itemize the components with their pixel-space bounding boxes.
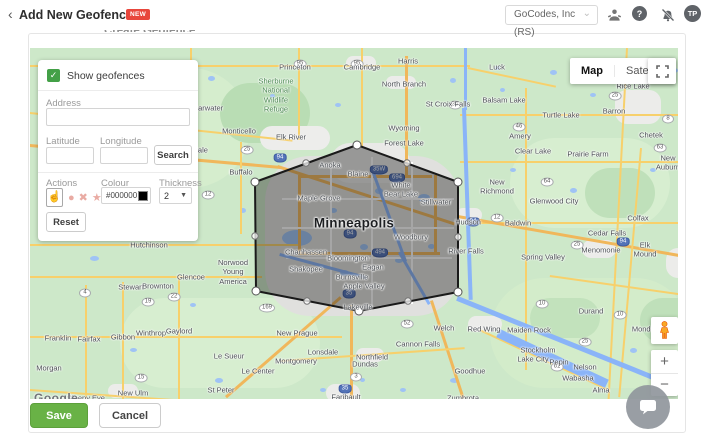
help-glyph: ? <box>637 9 643 19</box>
back-chevron-icon[interactable]: ‹ <box>8 6 13 22</box>
google-logo: Google <box>34 391 78 399</box>
pegman-icon <box>658 321 671 340</box>
page-title: Add New Geofence <box>19 8 133 22</box>
chat-icon <box>639 399 657 415</box>
vertex-handle[interactable] <box>454 178 462 186</box>
pegman-button[interactable] <box>651 317 678 344</box>
search-button[interactable]: Search <box>154 145 192 165</box>
fullscreen-icon <box>656 65 669 78</box>
midpoint-handle[interactable] <box>455 234 461 240</box>
vertex-handle[interactable] <box>353 141 361 149</box>
circle-tool-icon[interactable]: ● <box>68 192 75 204</box>
vertex-handle[interactable] <box>355 307 363 315</box>
midpoint-handle[interactable] <box>252 233 258 239</box>
notifications-muted-icon[interactable] <box>659 6 677 24</box>
thickness-value: 2 <box>164 191 169 201</box>
geofence-polygon[interactable] <box>255 145 458 311</box>
geofence-panel: ✓ Show geofences Address Latitude Longit… <box>38 60 198 241</box>
vertex-handle[interactable] <box>251 178 259 186</box>
midpoint-handle[interactable] <box>404 160 410 166</box>
new-badge: NEW <box>126 9 150 20</box>
colour-field[interactable]: #000000 <box>101 187 151 204</box>
vertex-handle[interactable] <box>454 288 462 296</box>
cancel-button[interactable]: Cancel <box>99 403 161 428</box>
save-button[interactable]: Save <box>30 403 88 428</box>
colour-value: #000000 <box>106 191 138 200</box>
panel-divider <box>38 172 198 173</box>
top-header: ‹ Add New Geofence NEW GoCodes, Inc (RS)… <box>0 0 708 30</box>
latitude-label: Latitude <box>46 136 80 147</box>
hand-tool-button[interactable]: ☝ <box>46 188 63 207</box>
support-agent-icon[interactable] <box>605 6 623 24</box>
midpoint-handle[interactable] <box>405 298 411 304</box>
chat-bubble-button[interactable] <box>626 385 670 429</box>
chevron-down-icon: ⌄ <box>583 5 591 23</box>
panel-divider <box>38 90 198 91</box>
map-button[interactable]: Map <box>570 65 614 77</box>
midpoint-handle[interactable] <box>303 160 309 166</box>
help-icon[interactable]: ? <box>632 6 647 21</box>
organization-select[interactable]: GoCodes, Inc (RS) ⌄ <box>505 5 598 25</box>
avatar-initials: TP <box>688 9 698 18</box>
fullscreen-button[interactable] <box>648 58 676 84</box>
chevron-down-icon: ▼ <box>180 192 187 199</box>
longitude-input[interactable] <box>100 147 148 164</box>
avatar[interactable]: TP <box>684 5 701 22</box>
thickness-select[interactable]: 2 ▼ <box>159 187 192 204</box>
polygon-tool-icon[interactable]: ✖ <box>79 191 88 204</box>
zoom-in-button[interactable]: + <box>651 350 678 374</box>
show-geofences-label: Show geofences <box>67 70 145 82</box>
address-input[interactable] <box>46 108 190 126</box>
show-geofences-checkbox[interactable]: ✓ <box>47 69 60 82</box>
reset-button[interactable]: Reset <box>46 212 86 232</box>
vertex-handle[interactable] <box>252 287 260 295</box>
longitude-label: Longitude <box>100 136 142 147</box>
midpoint-handle[interactable] <box>304 298 310 304</box>
latitude-input[interactable] <box>46 147 94 164</box>
colour-swatch[interactable] <box>138 191 148 201</box>
